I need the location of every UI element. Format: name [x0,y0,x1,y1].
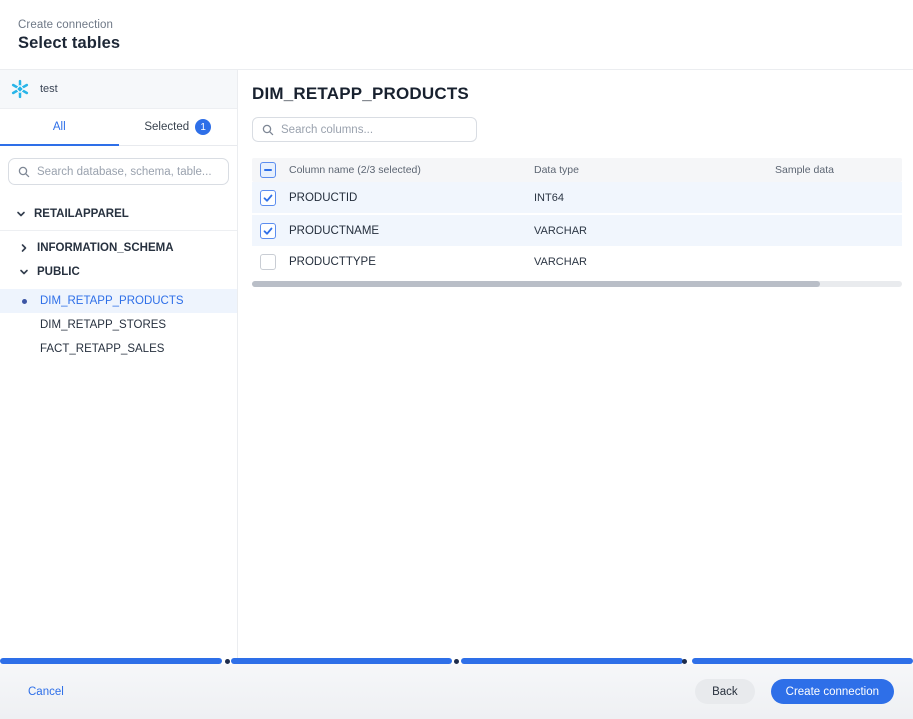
data-type-cell: VARCHAR [534,256,775,268]
header-column-name: Column name (2/3 selected) [289,164,534,176]
columns-table-header: Column name (2/3 selected) Data type Sam… [252,158,902,182]
tree-item-label: FACT_RETAPP_SALES [40,343,164,355]
columns-search[interactable] [252,117,477,142]
connection-name: test [40,83,58,95]
columns-search-input[interactable] [281,124,467,136]
snowflake-icon [10,79,30,99]
tree-item-information-schema[interactable]: INFORMATION_SCHEMA [0,236,237,260]
horizontal-scrollbar[interactable] [252,281,902,287]
tab-selected[interactable]: Selected 1 [119,109,238,145]
row-checkbox[interactable] [260,190,276,206]
connection-row[interactable]: test [0,70,237,109]
tab-all-label: All [53,121,66,133]
tree-item-dim-retapp-products[interactable]: DIM_RETAPP_PRODUCTS [0,289,237,313]
data-type-cell: VARCHAR [534,225,775,237]
stepper-dot-icon [454,659,459,664]
scrollbar-thumb[interactable] [252,281,820,287]
tree-divider [0,230,237,231]
indeterminate-dash-icon [264,169,272,171]
column-name-cell: PRODUCTTYPE [289,256,534,268]
stepper-dot-icon [225,659,230,664]
create-connection-button[interactable]: Create connection [771,679,894,704]
stepper-dot-icon [682,659,687,664]
table-row: PRODUCTID INT64 [252,182,902,215]
back-button[interactable]: Back [695,679,755,704]
page-header: Create connection Select tables [0,0,913,70]
tree-tables-group: DIM_RETAPP_PRODUCTS DIM_RETAPP_STORES FA… [0,289,237,361]
tree-item-fact-retapp-sales[interactable]: FACT_RETAPP_SALES [0,337,237,361]
chevron-down-icon [19,267,29,277]
chevron-right-icon [19,243,29,253]
tree-item-label: PUBLIC [37,266,80,278]
row-checkbox[interactable] [260,223,276,239]
selected-table-dot-icon [22,299,27,304]
sidebar-search-input[interactable] [37,166,219,178]
chevron-down-icon [16,209,26,219]
table-row: PRODUCTTYPE VARCHAR [252,248,902,276]
table-row: PRODUCTNAME VARCHAR [252,215,902,248]
header-data-type: Data type [534,164,775,176]
tree-item-label: DIM_RETAPP_STORES [40,319,166,331]
create-connection-page: Create connection Select tables test [0,0,913,719]
column-name-cell: PRODUCTID [289,192,534,204]
body-row: test All Selected 1 [0,70,913,658]
row-checkbox[interactable] [260,254,276,270]
search-icon [18,166,30,178]
tree-item-label: RETAILAPPAREL [34,208,129,220]
tree-item-public[interactable]: PUBLIC [0,260,237,284]
tree-item-label: DIM_RETAPP_PRODUCTS [40,295,184,307]
table-title: DIM_RETAPP_PRODUCTS [252,84,900,104]
tree-item-dim-retapp-stores[interactable]: DIM_RETAPP_STORES [0,313,237,337]
footer-bar: Cancel Back Create connection [0,664,913,719]
sidebar: test All Selected 1 [0,70,238,658]
sidebar-tabs: All Selected 1 [0,109,237,146]
sidebar-search[interactable] [8,158,229,185]
columns-table: Column name (2/3 selected) Data type Sam… [252,158,902,276]
column-name-cell: PRODUCTNAME [289,225,534,237]
page-title: Select tables [18,34,913,53]
columns-table-body: PRODUCTID INT64 PRODUCTNAME VARCHAR [252,182,902,276]
breadcrumb: Create connection [18,19,913,31]
data-type-cell: INT64 [534,192,775,204]
tree-item-label: INFORMATION_SCHEMA [37,242,174,254]
tree-item-database[interactable]: RETAILAPPAREL [0,201,237,226]
search-icon [262,124,274,136]
header-sample-data: Sample data [775,164,902,176]
tab-selected-label: Selected [144,121,189,133]
tab-all[interactable]: All [0,109,119,145]
active-tab-underline [0,144,119,146]
schema-tree: RETAILAPPAREL INFORMATION_SCHEMA PUBLIC [0,195,237,361]
select-all-checkbox[interactable] [260,162,276,178]
cancel-link[interactable]: Cancel [28,686,64,698]
selected-count-badge: 1 [195,119,211,135]
main-panel: DIM_RETAPP_PRODUCTS [238,70,913,658]
